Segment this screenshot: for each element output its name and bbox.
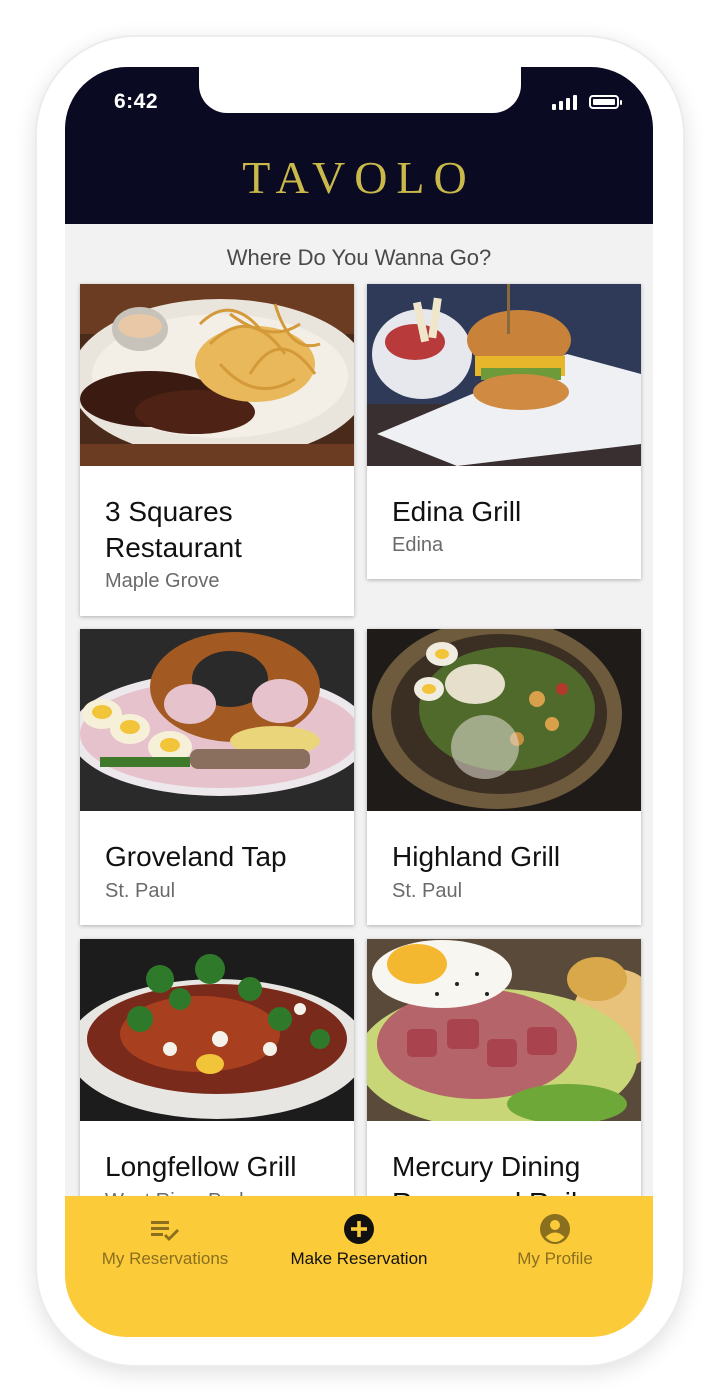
restaurant-city: Maple Grove (105, 570, 220, 592)
battery-icon (589, 95, 622, 109)
restaurant-card[interactable]: Longfellow Grill West River Parkway (80, 939, 354, 1235)
food-photo-salad (367, 629, 641, 811)
nav-make-reservation[interactable]: Make Reservation (279, 1196, 439, 1286)
restaurant-photo (80, 939, 354, 1121)
restaurant-card[interactable]: 3 Squares Restaurant Maple Grove (80, 284, 354, 616)
restaurant-name: Highland Grill (392, 841, 561, 872)
restaurant-name: Longfellow Grill (105, 1151, 297, 1182)
nav-my-reservations[interactable]: My Reservations (85, 1196, 245, 1286)
restaurant-card[interactable]: Mercury Dining Room and Rail (367, 939, 641, 1235)
food-photo-pretzel (80, 629, 354, 811)
restaurant-card[interactable]: Groveland Tap St. Paul (80, 629, 354, 925)
status-time: 6:42 (114, 90, 159, 113)
nav-label-my-reservations: My Reservations (101, 1249, 229, 1268)
restaurant-photo (367, 939, 641, 1121)
restaurant-name: Edina Grill (392, 496, 522, 527)
food-photo-chilaquiles (80, 939, 354, 1121)
food-photo-sandwich (367, 284, 641, 466)
restaurant-photo (367, 284, 641, 466)
app-screen: 6:42 TAVOLO Where Do You Wanna Go? 3 Squ… (65, 67, 653, 1337)
nav-label-my-profile: My Profile (517, 1249, 593, 1268)
restaurant-card[interactable]: Edina Grill Edina (367, 284, 641, 579)
list-check-icon (151, 1221, 179, 1241)
restaurant-photo (367, 629, 641, 811)
restaurant-photo (80, 629, 354, 811)
signal-icon (552, 94, 577, 110)
add-circle-icon (344, 1214, 374, 1244)
status-icons (552, 94, 622, 110)
restaurant-photo (80, 284, 354, 466)
food-photo-steak (80, 284, 354, 466)
nav-label-make-reservation: Make Reservation (290, 1249, 428, 1268)
app-logo: TAVOLO (242, 152, 476, 203)
nav-my-profile[interactable]: My Profile (475, 1196, 635, 1286)
restaurant-name: Groveland Tap (105, 841, 287, 872)
restaurant-city: St. Paul (392, 880, 463, 902)
restaurant-name: 3 Squares Restaurant (105, 496, 242, 563)
account-circle-icon (540, 1214, 570, 1244)
device-notch (199, 67, 521, 113)
food-photo-poke (367, 939, 641, 1121)
restaurant-city: St. Paul (105, 880, 176, 902)
bottom-navigation: My Reservations Make Reservation My Prof… (65, 1196, 653, 1337)
page-subtitle: Where Do You Wanna Go? (226, 245, 492, 270)
restaurant-city: Edina (392, 534, 444, 556)
restaurant-card[interactable]: Highland Grill St. Paul (367, 629, 641, 925)
app-header: 6:42 TAVOLO (65, 67, 653, 224)
